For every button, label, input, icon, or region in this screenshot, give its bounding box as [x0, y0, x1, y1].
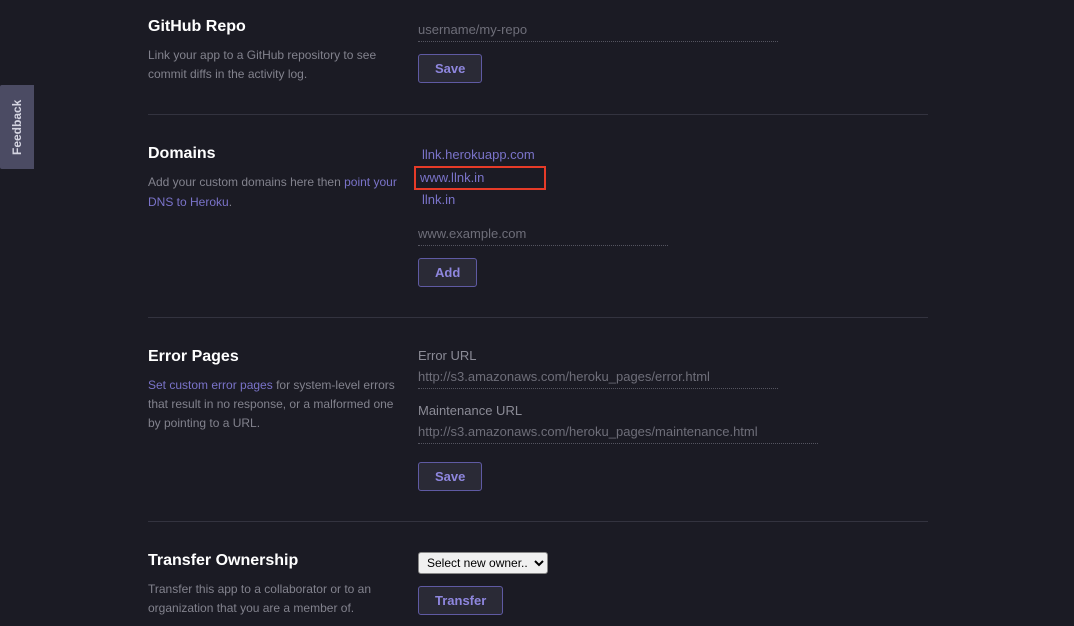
section-main: Error URL Maintenance URL Save: [418, 348, 928, 491]
section-side: Domains Add your custom domains here the…: [148, 145, 418, 287]
section-main: llnk.herokuapp.com www.llnk.in llnk.in A…: [418, 145, 928, 287]
settings-content: GitHub Repo Link your app to a GitHub re…: [148, 0, 928, 626]
desc-text: .: [229, 195, 232, 209]
domain-item[interactable]: llnk.in: [418, 190, 928, 210]
error-url-input[interactable]: [418, 365, 778, 389]
section-side: GitHub Repo Link your app to a GitHub re…: [148, 18, 418, 84]
owner-select[interactable]: Select new owner...: [418, 552, 548, 574]
section-main: Select new owner... Transfer: [418, 552, 928, 618]
add-button[interactable]: Add: [418, 258, 477, 287]
domain-item[interactable]: llnk.herokuapp.com: [418, 145, 928, 165]
section-title: GitHub Repo: [148, 18, 398, 36]
section-side: Transfer Ownership Transfer this app to …: [148, 552, 418, 618]
section-description: Link your app to a GitHub repository to …: [148, 46, 398, 84]
section-main: Save: [418, 18, 928, 84]
desc-text: Add your custom domains here then: [148, 175, 344, 189]
section-domains: Domains Add your custom domains here the…: [148, 114, 928, 317]
section-side: Error Pages Set custom error pages for s…: [148, 348, 418, 491]
feedback-label: Feedback: [10, 99, 24, 154]
domain-list: llnk.herokuapp.com www.llnk.in llnk.in: [418, 145, 928, 210]
transfer-button[interactable]: Transfer: [418, 586, 503, 615]
domain-input[interactable]: [418, 222, 668, 246]
section-description: Add your custom domains here then point …: [148, 173, 398, 211]
field-label: Maintenance URL: [418, 403, 928, 418]
domain-item-highlighted: www.llnk.in: [418, 166, 928, 190]
section-description: Transfer this app to a collaborator or t…: [148, 580, 398, 618]
maintenance-url-input[interactable]: [418, 420, 818, 444]
feedback-tab[interactable]: Feedback: [0, 85, 34, 169]
section-github-repo: GitHub Repo Link your app to a GitHub re…: [148, 0, 928, 114]
section-description: Set custom error pages for system-level …: [148, 376, 398, 434]
field-label: Error URL: [418, 348, 928, 363]
save-button[interactable]: Save: [418, 462, 482, 491]
save-button[interactable]: Save: [418, 54, 482, 83]
error-pages-help-link[interactable]: Set custom error pages: [148, 378, 273, 392]
section-title: Error Pages: [148, 348, 398, 366]
error-url-field: Error URL: [418, 348, 928, 389]
section-title: Transfer Ownership: [148, 552, 398, 570]
github-repo-input[interactable]: [418, 18, 778, 42]
domain-item[interactable]: www.llnk.in: [420, 170, 484, 185]
section-title: Domains: [148, 145, 398, 163]
section-transfer-ownership: Transfer Ownership Transfer this app to …: [148, 521, 928, 626]
section-error-pages: Error Pages Set custom error pages for s…: [148, 317, 928, 521]
maintenance-url-field: Maintenance URL: [418, 403, 928, 444]
